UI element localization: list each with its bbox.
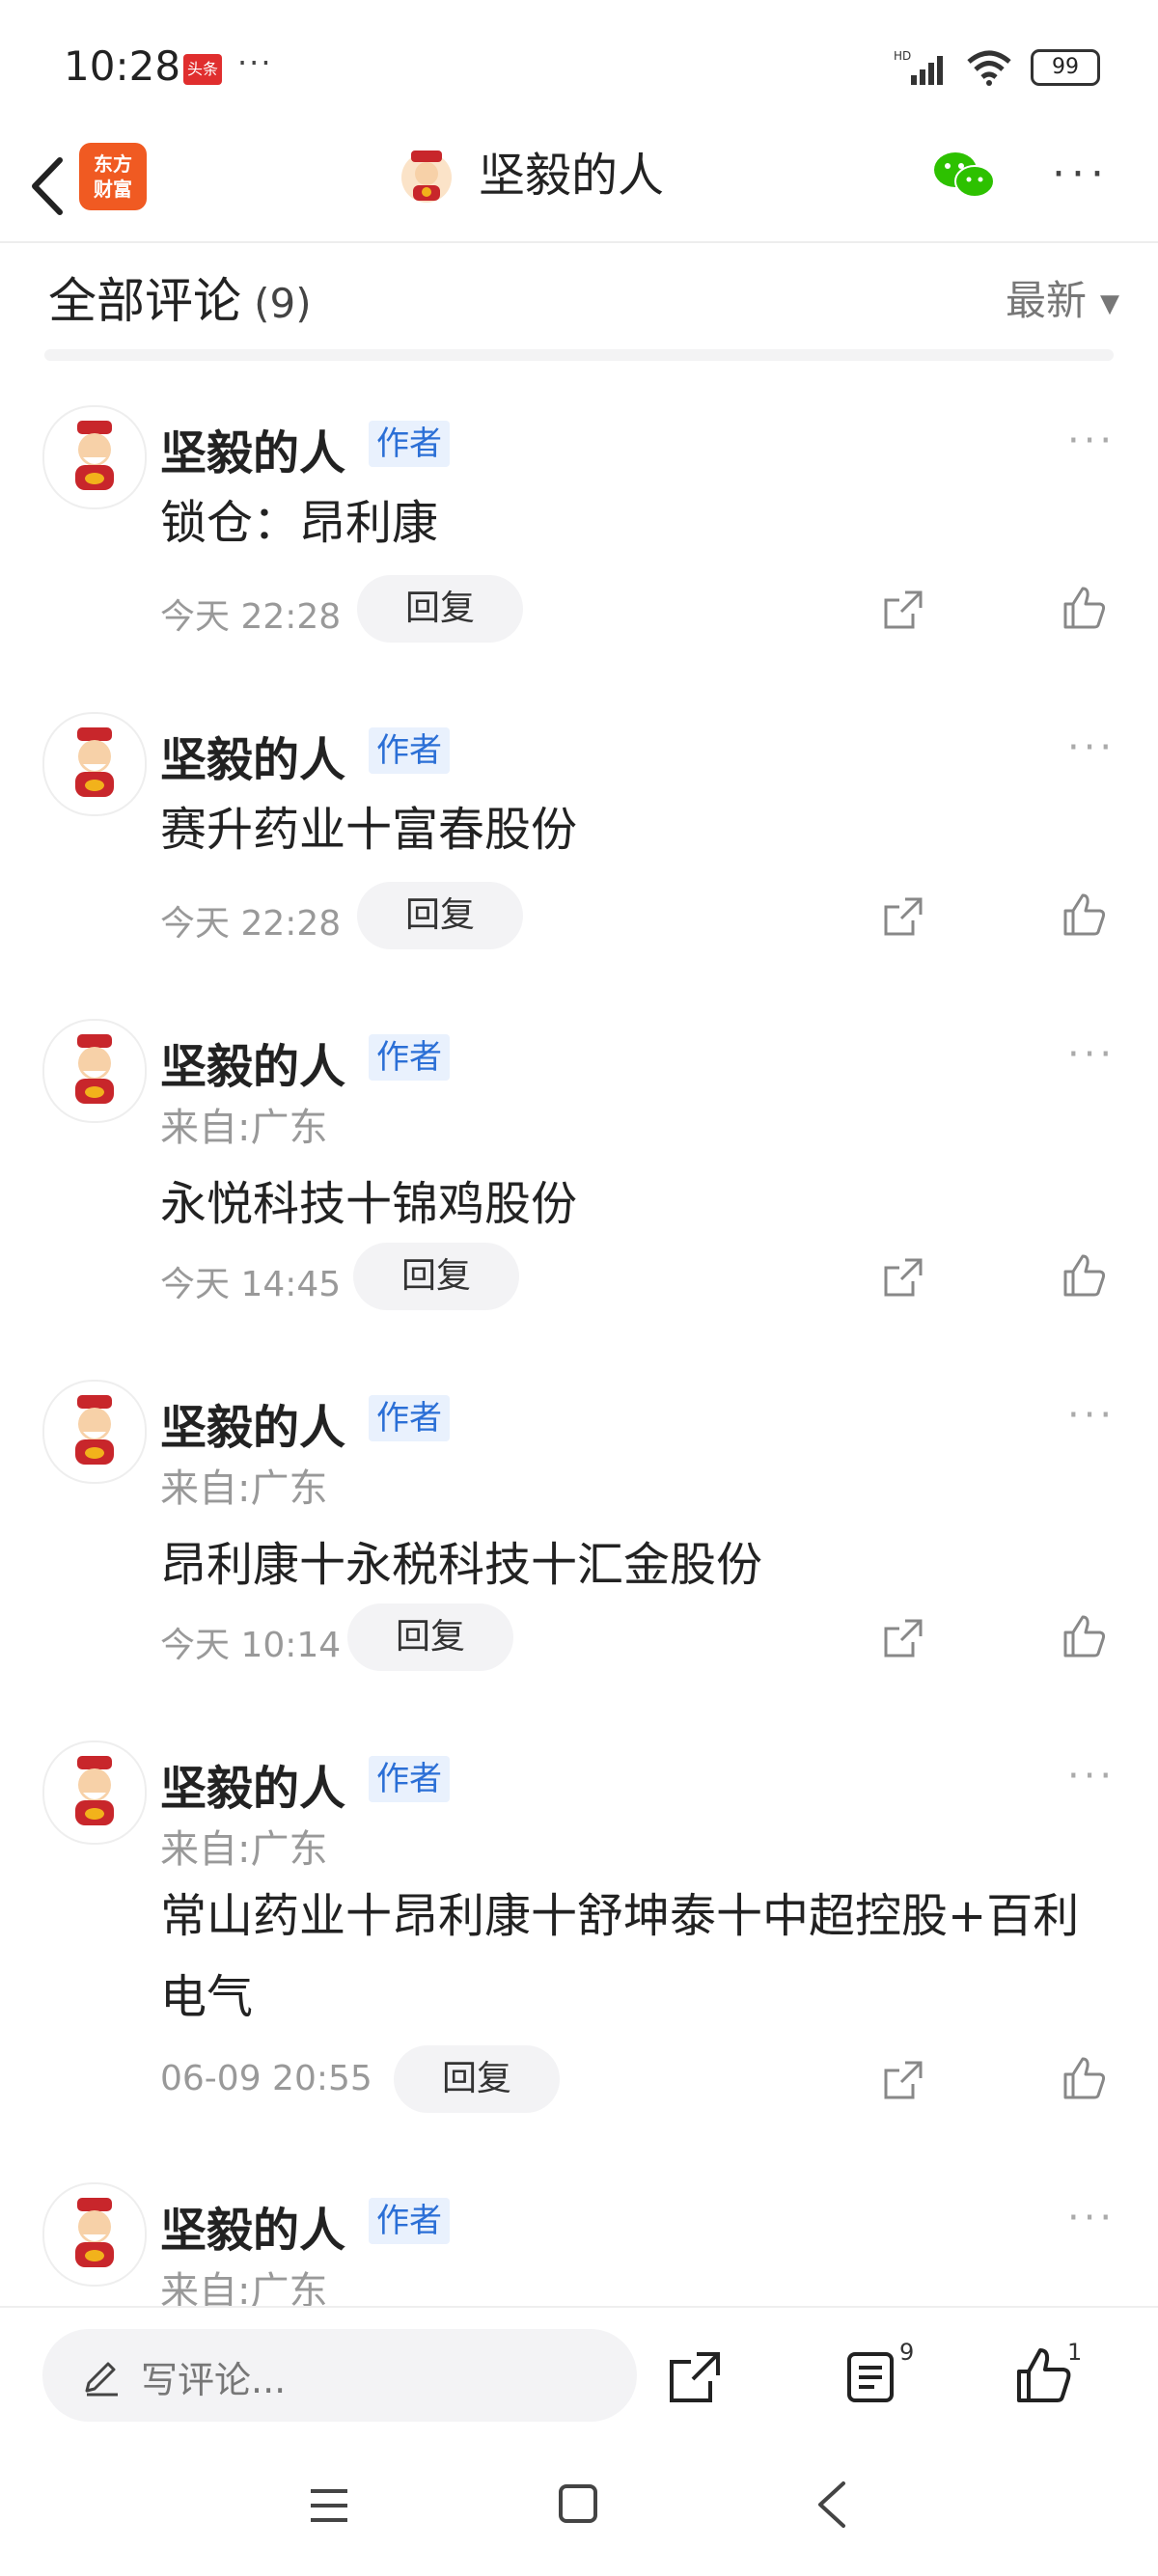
caishen-avatar-icon [75,2198,114,2267]
sort-dropdown[interactable]: 最新 ▼ [1006,268,1119,327]
caishen-avatar-icon [75,1756,114,1825]
more-options-icon[interactable]: ··· [1052,150,1110,199]
like-icon[interactable] [1062,1613,1108,1659]
thumbs-up-icon[interactable] [1015,2346,1073,2404]
like-icon[interactable] [1062,891,1108,938]
author-badge: 作者 [369,1395,450,1441]
author-badge: 作者 [369,1034,450,1081]
comment-author[interactable]: 坚毅的人 [160,1028,345,1096]
comment-more-icon[interactable]: ··· [1067,726,1116,770]
comment-author[interactable]: 坚毅的人 [160,1389,345,1457]
status-time: 10:28 [64,42,181,90]
comment-more-icon[interactable]: ··· [1067,1393,1116,1438]
comment-location: 来自:广东 [160,1106,328,1150]
back-arrow-icon[interactable] [21,152,79,220]
author-badge: 作者 [369,2198,450,2244]
battery-icon: 99 [1031,49,1100,86]
status-icons: HD 99 [894,46,1100,89]
avatar[interactable] [42,1740,147,1845]
share-icon[interactable] [882,895,924,938]
comment-text: 锁仓：昂利康 [160,496,439,550]
bottom-action-bar: 写评论... 9 1 [0,2306,1158,2443]
caishen-avatar-icon [75,421,114,490]
comment-input-placeholder: 写评论... [141,2359,287,2401]
likes-count-badge: 1 [1067,2339,1083,2366]
wechat-icon[interactable] [932,149,996,203]
caret-down-icon: ▼ [1100,288,1119,318]
section-title: 全部评论 [48,273,241,329]
comment-time: 今天 10:14 [160,1626,342,1665]
comments-count-badge: 9 [899,2339,915,2366]
comment-more-icon[interactable]: ··· [1067,419,1116,463]
author-badge: 作者 [369,1756,450,1802]
share-icon[interactable] [882,1617,924,1659]
comment-more-icon[interactable]: ··· [1067,1032,1116,1077]
svg-text:HD: HD [894,49,911,63]
comment-author[interactable]: 坚毅的人 [160,722,345,789]
comment-more-icon[interactable]: ··· [1067,1754,1116,1798]
comment-more-icon[interactable]: ··· [1067,2196,1116,2240]
section-divider [44,349,1114,361]
comment-text: 常山药业十昂利康十舒坤泰十中超控股+百利电气 [160,1889,1080,2024]
reply-button[interactable]: 回复 [357,575,524,643]
signal-icon: HD [894,49,943,85]
author-avatar-icon[interactable] [398,147,455,205]
comment-text: 昂利康十永税科技十汇金股份 [160,1538,763,1592]
comment-time: 今天 22:28 [160,904,342,944]
share-icon[interactable] [668,2350,722,2404]
toutiao-notification-icon: 头条 [183,54,222,85]
reply-button[interactable]: 回复 [353,1243,520,1310]
comment-text: 赛升药业十富春股份 [160,803,578,857]
reply-button[interactable]: 回复 [357,882,524,949]
reply-button[interactable]: 回复 [394,2045,561,2113]
pencil-icon [85,2362,118,2397]
comment-text: 永悦科技十锦鸡股份 [160,1177,578,1231]
comment-author[interactable]: 坚毅的人 [160,2192,345,2260]
status-more-icon: ··· [237,44,273,81]
share-icon[interactable] [882,2059,924,2101]
author-badge: 作者 [369,421,450,467]
author-badge: 作者 [369,727,450,774]
comment-location: 来自:广东 [160,1827,328,1872]
comment-author[interactable]: 坚毅的人 [160,1750,345,1818]
like-icon[interactable] [1062,585,1108,631]
share-icon[interactable] [882,589,924,631]
system-navigation-bar [0,2441,1158,2576]
comment-time: 今天 14:45 [160,1265,342,1304]
avatar[interactable] [42,2182,147,2287]
system-back-icon[interactable] [813,2480,851,2530]
comment-input[interactable]: 写评论... [42,2329,637,2422]
like-icon[interactable] [1062,1252,1108,1299]
page-title: 坚毅的人 [479,149,665,203]
comment-time: 今天 22:28 [160,597,342,637]
eastmoney-logo[interactable]: 东方 财富 [79,143,147,210]
avatar[interactable] [42,1380,147,1484]
comment-author[interactable]: 坚毅的人 [160,415,345,482]
comment-time: 06-09 20:55 [160,2059,372,2098]
sort-label: 最新 [1005,277,1087,324]
caishen-avatar-icon [75,727,114,797]
home-icon[interactable] [558,2483,598,2524]
comments-list-icon[interactable] [845,2350,899,2404]
like-icon[interactable] [1062,2055,1108,2101]
comments-section-header: 全部评论 (9) 最新 ▼ [48,262,1119,330]
avatar[interactable] [42,1019,147,1123]
caishen-avatar-icon [75,1034,114,1104]
share-icon[interactable] [882,1256,924,1299]
avatar[interactable] [42,405,147,509]
caishen-avatar-icon [75,1395,114,1465]
reply-button[interactable]: 回复 [347,1603,514,1671]
comment-location: 来自:广东 [160,1466,328,1511]
avatar[interactable] [42,712,147,816]
status-bar: 10:28 头条 ··· HD 99 [0,0,1158,135]
recent-apps-icon[interactable] [307,2483,351,2528]
wifi-icon [967,50,1011,86]
header-divider [0,241,1158,243]
comment-count: (9) [254,280,312,327]
